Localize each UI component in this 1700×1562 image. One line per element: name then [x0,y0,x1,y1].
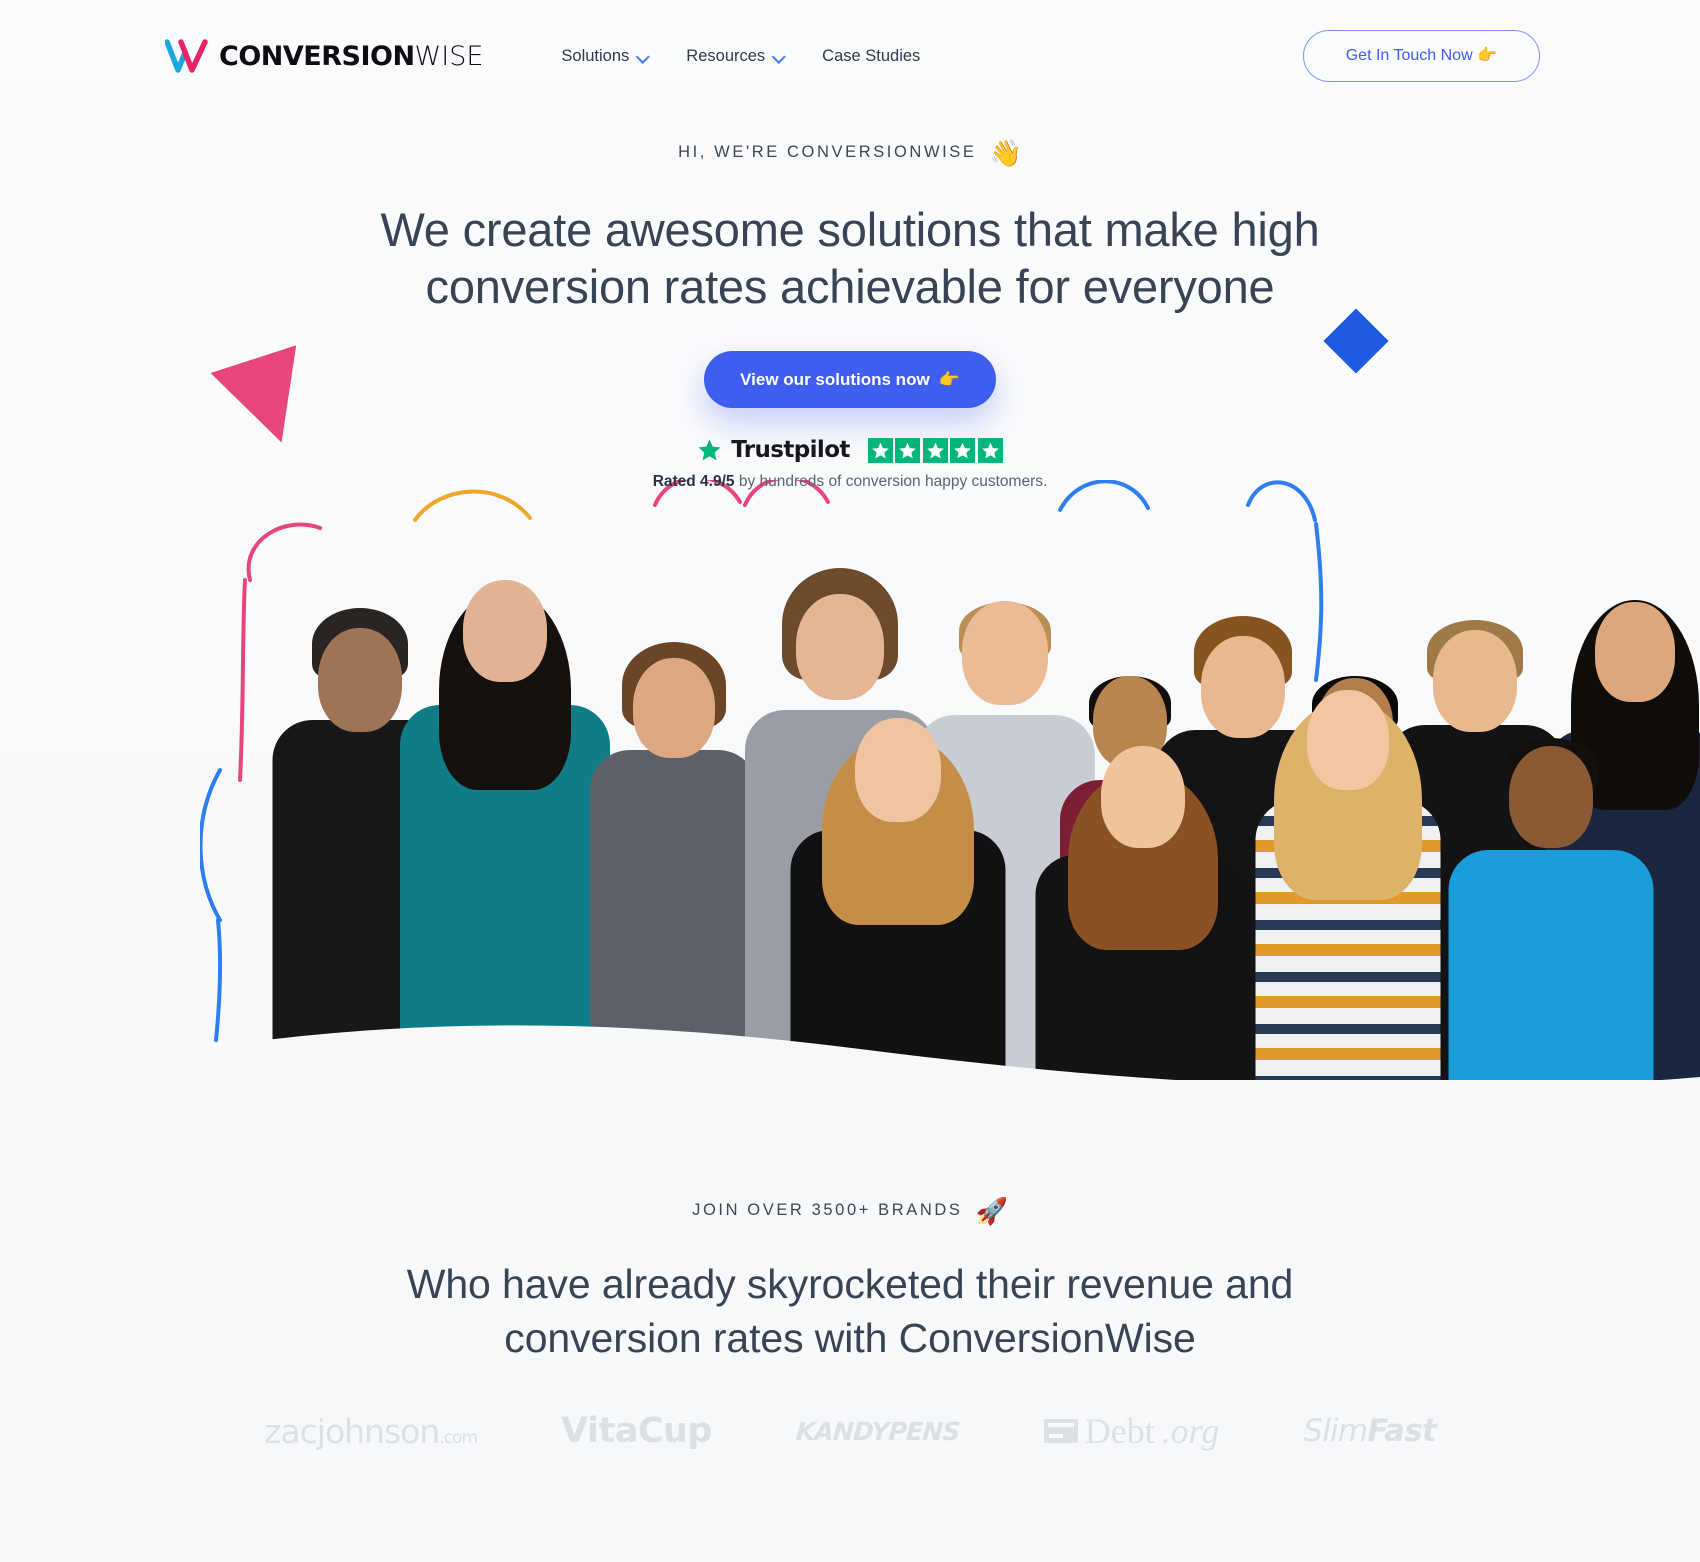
trustpilot-block: Trustpilot Rated 4.9/5 by hundreds of co… [0,436,1700,490]
chevron-down-icon [773,54,784,61]
hero-copy: HI, WE'RE CONVERSIONWISE 👋 We create awe… [0,112,1700,489]
brands-eyebrow-label: JOIN OVER 3500+ BRANDS [692,1200,963,1219]
brands-eyebrow: JOIN OVER 3500+ BRANDS 🚀 [692,1196,1008,1226]
brands-title-line-2: conversion rates with ConversionWise [504,1315,1196,1362]
brands-section: JOIN OVER 3500+ BRANDS 🚀 Who have alread… [0,1135,1700,1562]
logo[interactable]: CONVERSIONWISE [164,39,483,73]
brand-logos-row: zacjohnson.com VitaCup KANDYPENS Debt .or… [0,1413,1700,1449]
brand-logo-kandypens-name: KANDYPENS [794,1416,961,1446]
pointing-finger-icon: 👉 [1477,47,1497,64]
view-solutions-label: View our solutions now [740,369,930,389]
brands-title-line-1: Who have already skyrocketed their reven… [406,1261,1294,1307]
logo-text: CONVERSIONWISE [219,43,483,70]
brand-logo-slimfast: SlimFast [1303,1412,1436,1449]
team-member [400,535,610,1080]
get-in-touch-label: Get In Touch Now [1345,47,1473,64]
brand-logo-zacjohnson-suffix: .com [439,1427,478,1448]
brands-title: Who have already skyrocketed their reven… [0,1257,1700,1365]
trustpilot-rating-text: Rated 4.9/5 by hundreds of conversion ha… [652,472,1048,490]
rating-star-3 [922,437,948,463]
nav-item-case-studies-label: Case Studies [822,46,921,65]
brand-logo-zacjohnson-name: zacjohnson [264,1411,440,1451]
view-solutions-button[interactable]: View our solutions now 👉 [704,350,996,408]
brand-logo-slimfast-light: Slim [1303,1412,1368,1449]
rating-star-1 [867,437,893,463]
logo-text-bold: CONVERSION [219,40,415,72]
trustpilot-star-icon [697,438,722,462]
brand-logo-zacjohnson: zacjohnson.com [264,1411,478,1451]
waving-hand-icon: 👋 [989,138,1022,168]
logo-text-light: WISE [414,40,484,72]
brand-logo-kandypens: KANDYPENS [794,1416,961,1446]
chevron-down-icon [637,54,648,61]
brand-logo-debtorg-suffix: .org [1161,1411,1220,1452]
brand-logo-slimfast-bold: Fast [1367,1412,1436,1449]
nav-item-solutions-label: Solutions [561,46,630,65]
nav-item-resources[interactable]: Resources [686,48,784,65]
brand-logo-debtorg-name: Debt [1084,1411,1155,1452]
trustpilot-logo[interactable]: Trustpilot [697,436,1003,463]
get-in-touch-button[interactable]: Get In Touch Now 👉 [1302,30,1540,82]
brand-logo-debtorg: Debt .org [1043,1411,1220,1452]
team-photo [0,480,1700,1080]
hero-title-line-2: conversion rates achievable for everyone [425,260,1275,314]
brand-logo-vitacup: VitaCup [561,1410,712,1451]
pointing-finger-icon: 👉 [938,369,960,389]
wave-divider [0,1025,1700,1135]
trustpilot-rating-caption: by hundreds of conversion happy customer… [734,472,1048,490]
hero-eyebrow-label: HI, WE'RE CONVERSIONWISE [678,142,977,161]
hero-title: We create awesome solutions that make hi… [0,201,1700,316]
trustpilot-rating-value: Rated 4.9/5 [652,472,735,490]
trustpilot-name: Trustpilot [731,436,850,463]
nav-item-solutions[interactable]: Solutions [561,48,648,65]
brand-logo-vitacup-name: VitaCup [561,1410,712,1451]
hero-section: CONVERSIONWISE Solutions Resources Case … [0,0,1700,1135]
primary-navigation: Solutions Resources Case Studies [561,48,920,65]
landing-page: CONVERSIONWISE Solutions Resources Case … [0,0,1700,1562]
rating-star-5 [977,437,1003,463]
hero-eyebrow: HI, WE'RE CONVERSIONWISE 👋 [678,138,1022,168]
trustpilot-star-rating [867,437,1003,463]
nav-item-case-studies[interactable]: Case Studies [822,48,920,65]
credit-card-icon [1043,1419,1078,1444]
rating-star-2 [895,437,921,463]
team-members [200,480,1700,1080]
nav-item-resources-label: Resources [686,46,766,65]
site-header: CONVERSIONWISE Solutions Resources Case … [0,0,1700,112]
hero-title-line-1: We create awesome solutions that make hi… [380,203,1320,256]
conversionwise-logo-icon [164,39,209,73]
rocket-icon: 🚀 [975,1196,1008,1226]
rating-star-4 [950,437,976,463]
